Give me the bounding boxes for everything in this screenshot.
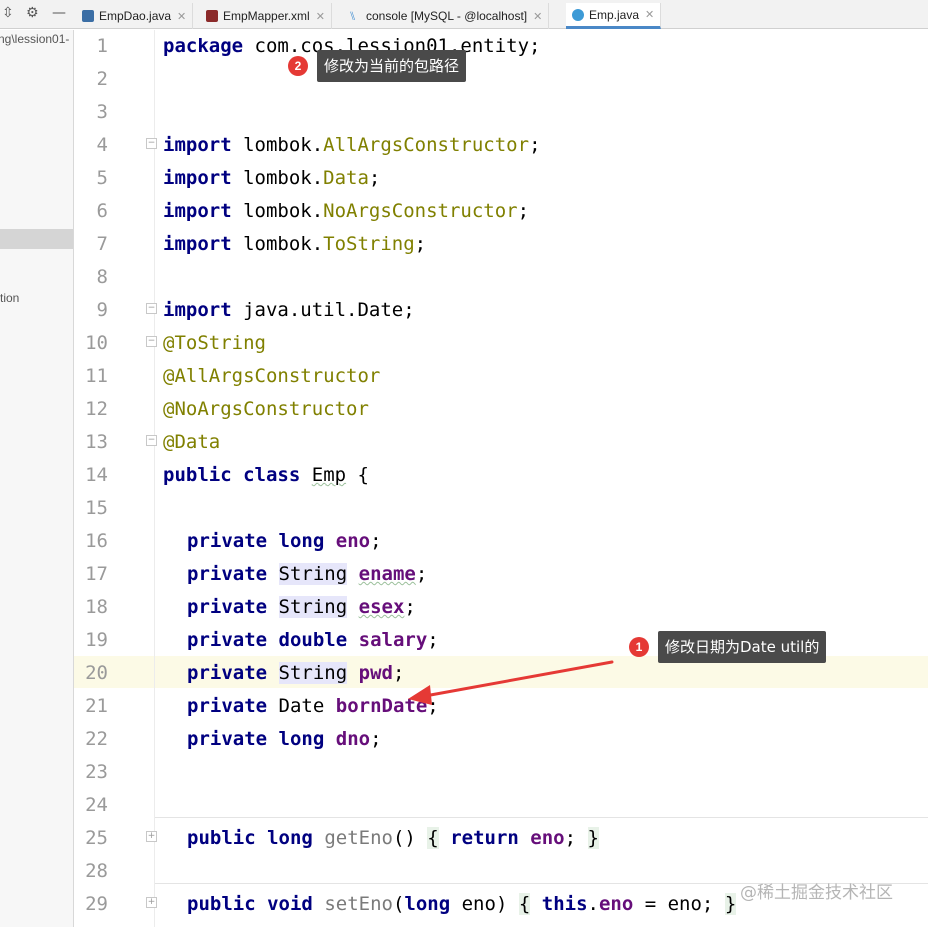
annotation-arrow (408, 660, 614, 705)
arrow-head (408, 685, 432, 705)
watermark: @稀土掘金技术社区 (740, 883, 893, 903)
arrow-shaft (423, 660, 614, 698)
